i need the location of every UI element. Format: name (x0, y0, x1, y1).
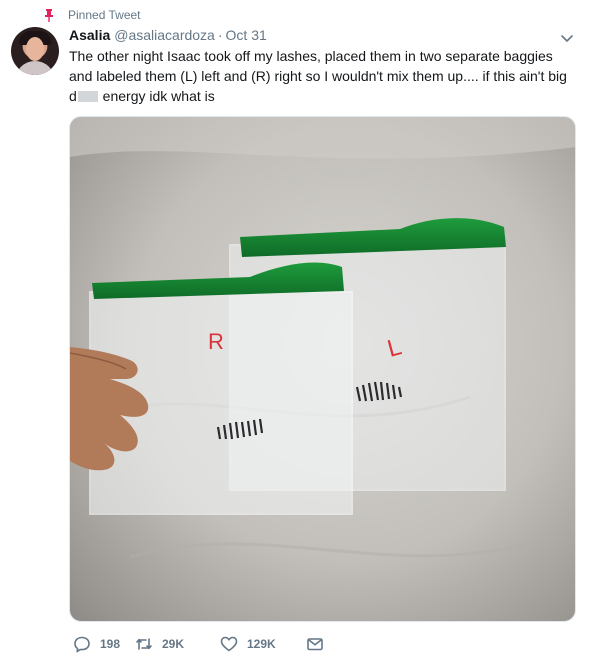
chevron-down-icon[interactable] (559, 30, 575, 46)
bag-left-label: R (208, 329, 224, 354)
like-count: 129K (247, 637, 276, 651)
tweet-actions: 198 29K 129K (69, 634, 333, 654)
retweet-icon (136, 638, 152, 650)
retweet-button[interactable]: 29K (135, 635, 220, 653)
tweet-text-part2: energy idk what is (98, 88, 215, 104)
tweet-text: The other night Isaac took off my lashes… (69, 46, 575, 106)
reply-count: 198 (100, 637, 121, 651)
direct-message-button[interactable] (306, 635, 333, 653)
heart-icon (220, 636, 238, 652)
header-separator: · (217, 27, 223, 43)
photo-illustration: L R (70, 117, 575, 559)
envelope-icon (307, 638, 323, 651)
reply-button[interactable]: 198 (73, 635, 135, 653)
tweet-date[interactable]: Oct 31 (226, 27, 267, 43)
author-name[interactable]: Asalia (69, 27, 110, 43)
pinned-tweet[interactable]: Pinned Tweet Asalia @asaliacardoza · Oct… (0, 0, 590, 663)
tweet-header: Asalia @asaliacardoza · Oct 31 (69, 27, 267, 45)
like-button[interactable]: 129K (220, 635, 306, 653)
retweet-count: 29K (162, 637, 185, 651)
tweet-photo[interactable]: L R (69, 116, 576, 622)
censor-block (77, 91, 98, 102)
author-handle[interactable]: @asaliacardoza (114, 27, 215, 43)
avatar[interactable] (11, 27, 59, 75)
pin-icon (45, 9, 53, 22)
reply-icon (74, 636, 90, 653)
pinned-indicator: Pinned Tweet (42, 7, 141, 23)
pinned-label: Pinned Tweet (68, 8, 141, 22)
